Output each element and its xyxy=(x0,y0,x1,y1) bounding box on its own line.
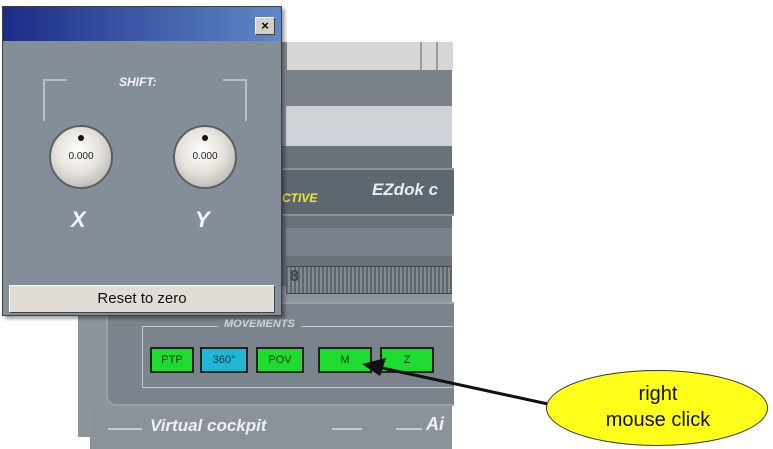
callout-line-2: mouse click xyxy=(605,409,711,431)
callout-line-1: right xyxy=(638,383,678,405)
arrow-head-icon xyxy=(362,358,386,376)
right-click-callout: right mouse click xyxy=(546,370,768,446)
